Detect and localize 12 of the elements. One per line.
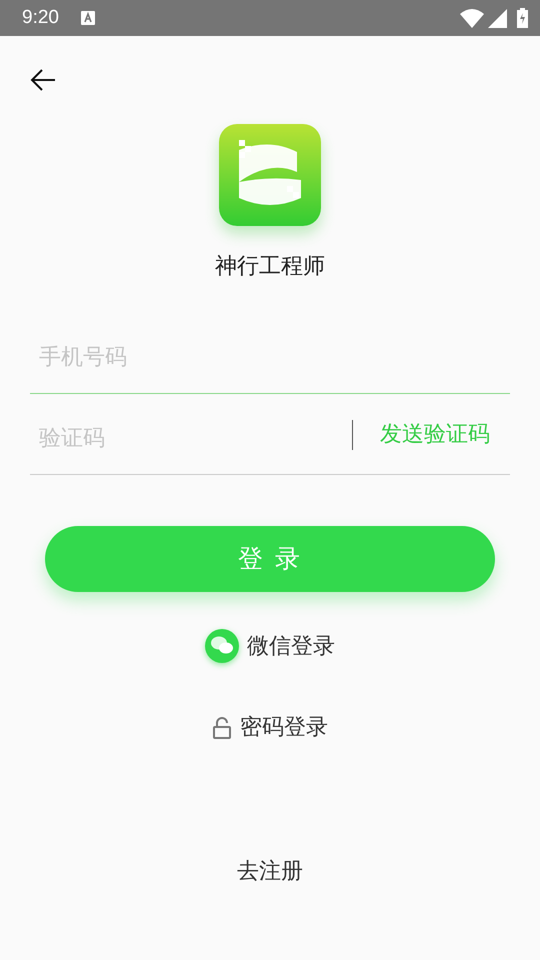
app-name: 神行工程师 [215,253,325,281]
unlocked-padlock-icon [212,716,232,738]
back-arrow-icon[interactable] [30,69,56,91]
wifi-icon [460,8,484,28]
status-time: 9:20 [22,6,59,30]
notification-icon [80,11,95,25]
battery-icon [517,8,528,28]
wechat-login-button[interactable]: 微信登录 [199,628,341,664]
password-login-button[interactable]: 密码登录 [206,710,334,745]
register-link[interactable]: 去注册 [237,855,303,888]
signal-icon [488,8,507,28]
chat-bubbles-icon [205,629,239,663]
